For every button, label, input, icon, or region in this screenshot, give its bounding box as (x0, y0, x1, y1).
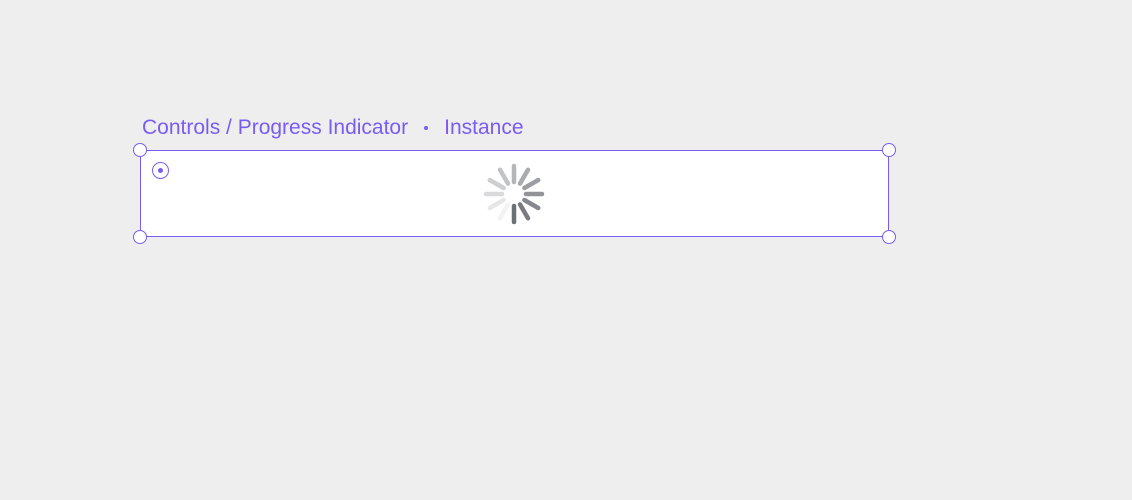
progress-spinner-icon (483, 163, 545, 225)
resize-handle-top-right[interactable] (882, 143, 896, 157)
spinner-segment (517, 202, 531, 221)
spinner-segment (497, 167, 511, 186)
resize-handle-bottom-left[interactable] (133, 230, 147, 244)
instance-icon (152, 162, 169, 179)
spinner-segment (522, 177, 541, 191)
separator-dot (424, 126, 429, 130)
resize-handle-top-left[interactable] (133, 143, 147, 157)
spinner-segment (487, 197, 506, 211)
instance-icon-dot (158, 168, 163, 173)
selected-instance-frame[interactable] (133, 143, 896, 244)
selection-label: Controls / Progress Indicator Instance (142, 116, 524, 140)
component-path-label: Controls / Progress Indicator (142, 116, 409, 139)
spinner-segment (487, 177, 506, 191)
spinner-segment (497, 202, 511, 221)
spinner-segment (522, 197, 541, 211)
resize-handle-bottom-right[interactable] (882, 230, 896, 244)
instance-kind-label: Instance (444, 116, 524, 139)
spinner-segment (517, 167, 531, 186)
